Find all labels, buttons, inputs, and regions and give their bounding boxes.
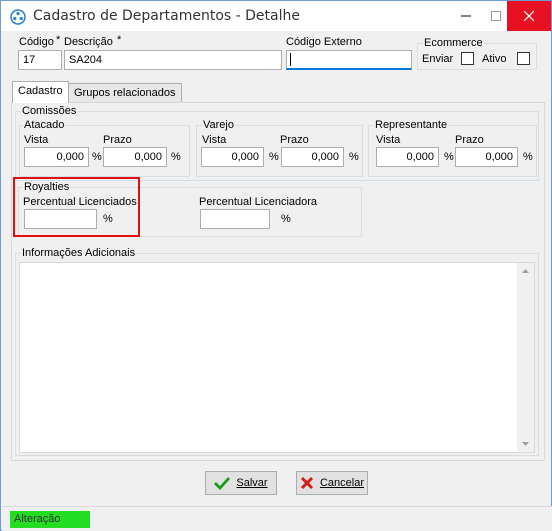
tab-cadastro[interactable]: Cadastro [12, 81, 69, 103]
save-button[interactable]: Salvar [205, 471, 277, 495]
text-cursor [290, 53, 291, 66]
minimize-icon [461, 15, 471, 17]
minimize-button[interactable] [451, 1, 481, 31]
representante-prazo-label: Prazo [455, 134, 484, 146]
varejo-prazo-input[interactable]: 0,000 [281, 147, 344, 167]
enviar-checkbox[interactable] [461, 52, 474, 65]
royalties-highlight-box [13, 177, 140, 237]
ativo-checkbox[interactable] [517, 52, 530, 65]
representante-prazo-input[interactable]: 0,000 [455, 147, 518, 167]
representante-title: Representante [374, 119, 449, 131]
cancel-button[interactable]: Cancelar [296, 471, 368, 495]
codigo-input[interactable]: 17 [18, 50, 62, 70]
status-badge: Alteração [10, 511, 90, 528]
representante-prazo-unit: % [523, 151, 533, 163]
codigo-required-mark: * [56, 34, 61, 46]
tab-grupos-relacionados[interactable]: Grupos relacionados [68, 83, 182, 103]
representante-vista-label: Vista [376, 134, 401, 146]
atacado-prazo-unit: % [171, 151, 181, 163]
descricao-input[interactable]: SA204 [64, 50, 282, 70]
title-bar[interactable]: Cadastro de Departamentos - Detalhe [1, 1, 551, 31]
atacado-vista-unit: % [92, 151, 102, 163]
varejo-vista-label: Vista [202, 134, 227, 146]
save-button-label: Salvar [236, 477, 268, 489]
varejo-prazo-label: Prazo [280, 134, 309, 146]
scroll-up-icon[interactable] [517, 263, 534, 280]
atacado-title: Atacado [23, 119, 66, 131]
status-bar: Alteração [2, 506, 552, 531]
varejo-prazo-unit: % [349, 151, 359, 163]
codigo-label: Código [19, 36, 54, 48]
ecommerce-title: Ecommerce [423, 37, 484, 49]
window-title: Cadastro de Departamentos - Detalhe [33, 8, 300, 24]
codigo-externo-input[interactable] [286, 50, 412, 70]
descricao-label: Descrição [64, 36, 113, 48]
ativo-label: Ativo [482, 53, 507, 65]
atacado-vista-input[interactable]: 0,000 [24, 147, 89, 167]
enviar-label: Enviar [422, 53, 454, 65]
varejo-title: Varejo [202, 119, 235, 131]
close-button[interactable] [507, 1, 551, 31]
varejo-vista-unit: % [269, 151, 279, 163]
x-icon [300, 476, 314, 490]
codigo-externo-label: Código Externo [286, 36, 362, 48]
licenciadora-label: Percentual Licenciadora [199, 196, 318, 208]
checkmark-icon [214, 477, 231, 490]
atacado-prazo-input[interactable]: 0,000 [103, 147, 167, 167]
atacado-vista-label: Vista [24, 134, 49, 146]
info-memo[interactable] [19, 262, 535, 453]
descricao-required-mark: * [117, 34, 122, 46]
atacado-prazo-label: Prazo [103, 134, 132, 146]
info-title: Informações Adicionais [21, 247, 137, 259]
close-icon [524, 11, 534, 21]
licenciadora-unit: % [281, 213, 291, 225]
representante-vista-input[interactable]: 0,000 [376, 147, 439, 167]
maximize-icon [491, 11, 501, 21]
info-scrollbar[interactable] [517, 263, 534, 452]
varejo-vista-input[interactable]: 0,000 [201, 147, 264, 167]
cancel-button-label: Cancelar [319, 477, 365, 489]
representante-vista-unit: % [444, 151, 454, 163]
app-icon [10, 9, 26, 25]
dialog-window: Cadastro de Departamentos - Detalhe Códi… [0, 0, 552, 531]
scroll-down-icon[interactable] [517, 435, 534, 452]
licenciadora-input[interactable] [200, 209, 270, 229]
comissoes-title: Comissões [21, 105, 78, 117]
